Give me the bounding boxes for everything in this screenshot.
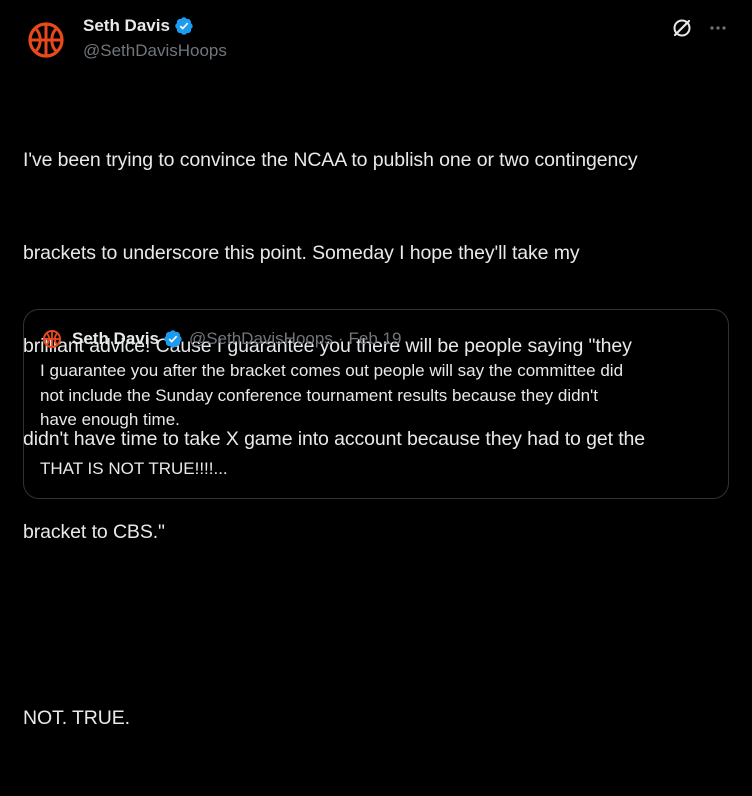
quoted-tweet-header: Seth Davis @SethDavisHoops · Feb 19 <box>41 328 401 350</box>
name-row: Seth Davis <box>83 15 227 37</box>
basketball-icon <box>28 22 64 58</box>
quoted-date: Feb 19 <box>348 329 402 348</box>
author-block: Seth Davis @SethDavisHoops <box>83 15 227 61</box>
quoted-separator: · <box>337 329 344 348</box>
quoted-text-line: THAT IS NOT TRUE!!!!... <box>40 459 228 478</box>
tweet-card: Seth Davis @SethDavisHoops I've been try… <box>0 0 752 729</box>
verified-badge-icon <box>164 330 182 348</box>
quoted-tweet-text: I guarantee you after the bracket comes … <box>40 359 716 482</box>
quoted-handle: @SethDavisHoops <box>188 329 333 348</box>
grok-icon[interactable] <box>670 16 694 40</box>
quoted-text-line: not include the Sunday conference tourna… <box>40 385 598 405</box>
tweet-text-line: NOT. TRUE. <box>23 707 130 729</box>
tweet-actions <box>670 16 730 40</box>
tweet-text-line: brackets to underscore this point. Somed… <box>23 242 580 264</box>
tweet-text-line: I've been trying to convince the NCAA to… <box>23 149 638 171</box>
quoted-text-line: I guarantee you after the bracket comes … <box>40 361 624 380</box>
display-name[interactable]: Seth Davis <box>83 16 170 36</box>
quoted-avatar-basketball-icon <box>43 330 61 348</box>
avatar[interactable] <box>24 18 68 62</box>
handle[interactable]: @SethDavisHoops <box>83 41 227 61</box>
tweet-text-line: bracket to CBS." <box>23 521 165 543</box>
quoted-display-name: Seth Davis <box>72 329 159 348</box>
quoted-tweet[interactable]: Seth Davis @SethDavisHoops · Feb 19 I gu… <box>23 309 729 499</box>
more-icon[interactable] <box>706 16 730 40</box>
verified-badge-icon[interactable] <box>174 16 194 36</box>
quoted-text-line: have enough time. <box>40 410 180 429</box>
